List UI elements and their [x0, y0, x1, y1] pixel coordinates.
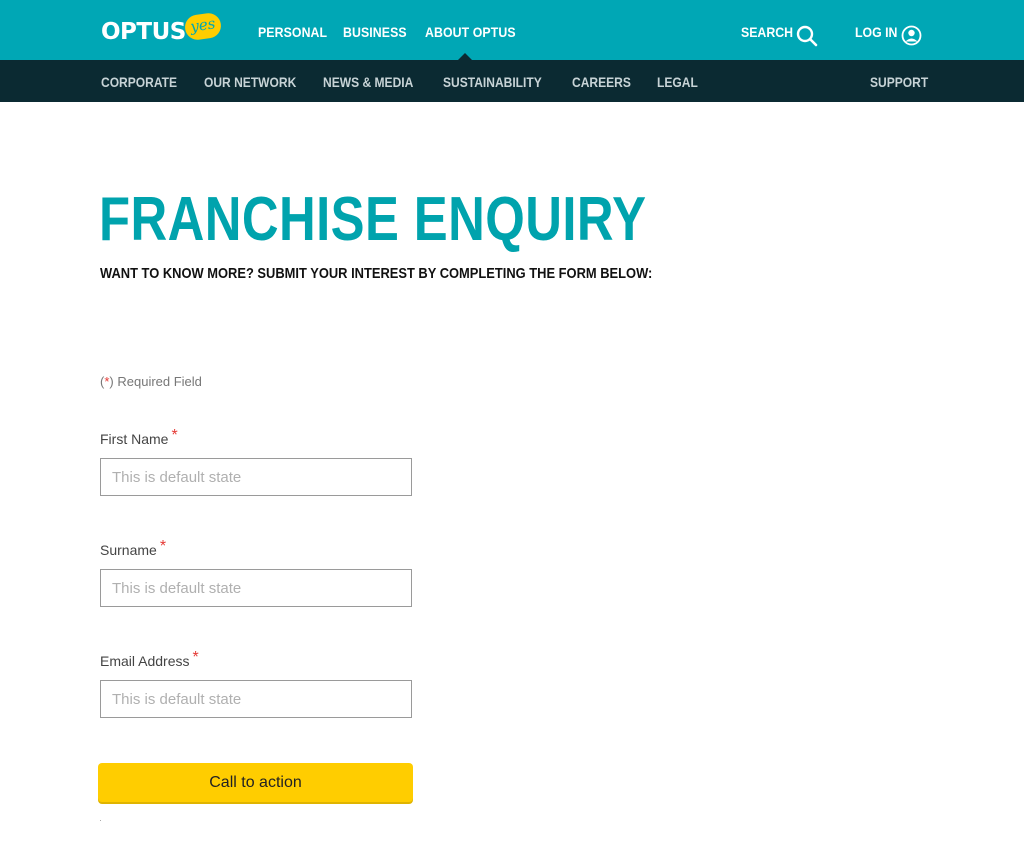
logo-yes-badge: yes — [183, 11, 223, 42]
page-title: FRANCHISE ENQUIRY — [99, 185, 647, 254]
subnav-item-our-network[interactable]: OUR NETWORK — [204, 74, 296, 90]
logo-wordmark: OPTUS — [101, 19, 186, 45]
active-nav-indicator — [458, 53, 472, 60]
nav-item-about-optus[interactable]: ABOUT OPTUS — [425, 24, 516, 40]
first-name-label-text: First Name — [100, 431, 169, 447]
subnav-item-support[interactable]: SUPPORT — [870, 74, 928, 90]
required-field-note: (*) Required Field — [100, 374, 202, 389]
subnav-item-news-media[interactable]: NEWS & MEDIA — [323, 74, 413, 90]
search-link[interactable]: SEARCH — [741, 24, 793, 40]
surname-label: Surname * — [100, 538, 166, 560]
sub-navigation: CORPORATE OUR NETWORK NEWS & MEDIA SUSTA… — [0, 60, 1024, 102]
email-required-mark: * — [192, 649, 199, 666]
surname-field[interactable] — [100, 569, 412, 607]
subnav-item-corporate[interactable]: CORPORATE — [101, 74, 177, 90]
surname-label-text: Surname — [100, 542, 157, 558]
subnav-item-sustainability[interactable]: SUSTAINABILITY — [443, 74, 542, 90]
top-header: OPTUS yes PERSONAL BUSINESS ABOUT OPTUS … — [0, 0, 1024, 60]
search-icon[interactable] — [796, 25, 818, 52]
first-name-field[interactable] — [100, 458, 412, 496]
first-name-label: First Name * — [100, 427, 178, 449]
nav-item-business[interactable]: BUSINESS — [343, 24, 407, 40]
page-subtitle: WANT TO KNOW MORE? SUBMIT YOUR INTEREST … — [100, 265, 653, 282]
email-label: Email Address * — [100, 649, 199, 671]
required-note-text: Required Field — [113, 374, 202, 389]
nav-item-personal[interactable]: PERSONAL — [258, 24, 327, 40]
logo-yes-text: yes — [189, 14, 217, 36]
login-link[interactable]: LOG IN — [855, 24, 897, 40]
decorative-dot — [100, 820, 101, 821]
email-field[interactable] — [100, 680, 412, 718]
surname-required-mark: * — [159, 538, 167, 555]
user-icon[interactable] — [901, 25, 922, 51]
email-label-text: Email Address — [100, 653, 190, 669]
subnav-item-careers[interactable]: CAREERS — [572, 74, 631, 90]
first-name-required-mark: * — [171, 427, 178, 444]
subnav-item-legal[interactable]: LEGAL — [657, 74, 698, 90]
call-to-action-button[interactable]: Call to action — [98, 763, 413, 802]
